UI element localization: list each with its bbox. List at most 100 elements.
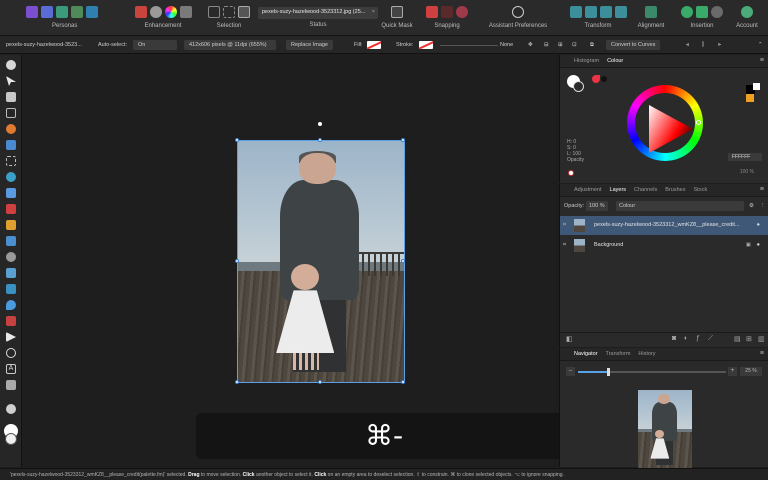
- close-icon[interactable]: ×: [372, 9, 375, 15]
- gradient-tool-icon[interactable]: [6, 188, 16, 198]
- layer-expand-icon[interactable]: ⌗: [563, 216, 566, 235]
- hue-indicator[interactable]: [696, 120, 701, 125]
- invert-selection-icon[interactable]: [238, 6, 250, 18]
- resize-handle-bottom[interactable]: [318, 380, 322, 384]
- tab-transform[interactable]: Transform: [606, 351, 631, 357]
- layer-visibility-icon[interactable]: ●: [757, 216, 760, 235]
- layer-settings-footer-icon[interactable]: ◧: [566, 335, 573, 343]
- marquee-tool-icon[interactable]: [6, 140, 16, 150]
- white-swatch[interactable]: [753, 83, 760, 90]
- quick-mask-icon[interactable]: [391, 6, 403, 18]
- image-info-dropdown[interactable]: 412x606 pixels @ 11dpi (655%): [184, 40, 276, 50]
- group-layers-icon[interactable]: ▤: [734, 335, 741, 343]
- resize-handle-top[interactable]: [318, 138, 322, 142]
- transform-box-icon[interactable]: ⊞: [558, 40, 563, 50]
- resize-handle-top-left[interactable]: [235, 138, 239, 142]
- tab-stock[interactable]: Stock: [693, 187, 707, 193]
- photo-persona-icon[interactable]: [26, 6, 38, 18]
- view-tool-icon[interactable]: [6, 60, 16, 70]
- zoom-slider-track[interactable]: [578, 368, 726, 376]
- select-all-icon[interactable]: [208, 6, 220, 18]
- magnet-icon[interactable]: [456, 6, 468, 18]
- erase-tool-icon[interactable]: [6, 236, 16, 246]
- tab-navigator[interactable]: Navigator: [574, 351, 598, 357]
- replace-image-button[interactable]: Replace Image: [286, 40, 333, 50]
- adjustment-layer-icon[interactable]: ◐: [684, 335, 688, 342]
- resize-handle-bottom-left[interactable]: [235, 380, 239, 384]
- lock-icon[interactable]: ▣: [746, 236, 751, 255]
- colour-picker-dot-icon[interactable]: [601, 76, 607, 82]
- dodge-tool-icon[interactable]: [6, 252, 16, 262]
- stroke-width-slider[interactable]: [440, 45, 498, 46]
- develop-persona-icon[interactable]: [56, 6, 68, 18]
- auto-colour-icon[interactable]: [164, 6, 177, 18]
- pen-tool-icon[interactable]: [6, 332, 16, 342]
- brush-icon[interactable]: ⟋: [708, 335, 713, 343]
- layer-opacity-input[interactable]: 100 %: [586, 201, 608, 211]
- tab-adjustment[interactable]: Adjustment: [574, 187, 602, 193]
- align-right-icon[interactable]: ⫸: [718, 40, 721, 50]
- convert-to-curves-button[interactable]: Convert to Curves: [606, 40, 661, 50]
- auto-select-dropdown[interactable]: On: [133, 40, 177, 50]
- delete-layer-icon[interactable]: ▥: [758, 335, 765, 343]
- navigator-preview[interactable]: [638, 390, 692, 468]
- auto-levels-icon[interactable]: [134, 6, 147, 18]
- paint-brush-icon[interactable]: [6, 204, 16, 214]
- zoom-out-button[interactable]: –: [566, 367, 575, 376]
- rotate-right-icon[interactable]: [614, 6, 627, 18]
- stroke-swatch[interactable]: [419, 40, 433, 50]
- layer-options-icon[interactable]: ⋮: [760, 199, 766, 213]
- selection-brush-icon[interactable]: [6, 92, 16, 102]
- tab-layers[interactable]: Layers: [610, 187, 627, 193]
- live-filter-icon[interactable]: ƒ: [696, 335, 700, 342]
- panel-menu-icon[interactable]: ≡: [760, 186, 764, 193]
- blur-tool-icon[interactable]: [6, 300, 16, 310]
- eyedropper-icon[interactable]: [592, 75, 600, 83]
- tab-colour[interactable]: Colour: [607, 58, 623, 64]
- flip-icon[interactable]: ⧉: [590, 40, 594, 50]
- hex-input[interactable]: FFFFFF: [728, 153, 762, 161]
- tab-brushes[interactable]: Brushes: [665, 187, 685, 193]
- red-eye-tool-icon[interactable]: [6, 316, 16, 326]
- recent-colour-swatch[interactable]: [746, 94, 754, 102]
- healing-tool-icon[interactable]: [6, 284, 16, 294]
- auto-white-balance-icon[interactable]: [179, 6, 192, 18]
- move-icon[interactable]: ✥: [528, 40, 533, 50]
- zoom-in-button[interactable]: +: [728, 367, 737, 376]
- pixel-tool-icon[interactable]: [6, 220, 16, 230]
- freehand-select-icon[interactable]: [6, 156, 16, 166]
- export-persona-icon[interactable]: [86, 6, 98, 18]
- clone-tool-icon[interactable]: [6, 268, 16, 278]
- account-icon[interactable]: [741, 6, 753, 18]
- panel-menu-icon[interactable]: ≡: [760, 350, 764, 357]
- fill-tool-icon[interactable]: [6, 172, 16, 182]
- tab-history[interactable]: History: [638, 351, 655, 357]
- deselect-icon[interactable]: [223, 6, 235, 18]
- flood-select-icon[interactable]: [6, 124, 16, 134]
- blend-mode-dropdown[interactable]: Colour: [616, 201, 744, 211]
- rotate-handle[interactable]: [318, 122, 322, 126]
- rotate-icon[interactable]: ⊡: [572, 40, 577, 50]
- add-layer-icon[interactable]: ⊞: [746, 335, 752, 343]
- text-tool-icon[interactable]: A: [6, 364, 16, 374]
- move-tool-icon[interactable]: [6, 76, 16, 86]
- resize-handle-top-right[interactable]: [401, 138, 405, 142]
- resize-handle-left[interactable]: [235, 259, 239, 263]
- liquify-persona-icon[interactable]: [41, 6, 53, 18]
- secondary-colour-icon[interactable]: [5, 433, 17, 445]
- rotate-left-icon[interactable]: [599, 6, 612, 18]
- colour-triangle[interactable]: [649, 105, 693, 153]
- resize-handle-bottom-right[interactable]: [401, 380, 405, 384]
- tone-mapping-persona-icon[interactable]: [71, 6, 83, 18]
- document-tab[interactable]: pexels-suzy-hazelwood-3523312.jpg (25...…: [258, 7, 378, 19]
- align-center-icon[interactable]: ⫿: [702, 40, 704, 50]
- zoom-slider-knob[interactable]: [606, 368, 610, 376]
- insert-top-icon[interactable]: [696, 6, 708, 18]
- mesh-warp-icon[interactable]: [6, 380, 16, 390]
- layer-settings-icon[interactable]: ⚙: [749, 199, 754, 213]
- auto-contrast-icon[interactable]: [149, 6, 162, 18]
- layer-visibility-icon[interactable]: ●: [757, 236, 760, 255]
- colour-wheel[interactable]: [627, 85, 703, 161]
- tab-histogram[interactable]: Histogram: [574, 58, 599, 64]
- resize-handle-right[interactable]: [401, 259, 405, 263]
